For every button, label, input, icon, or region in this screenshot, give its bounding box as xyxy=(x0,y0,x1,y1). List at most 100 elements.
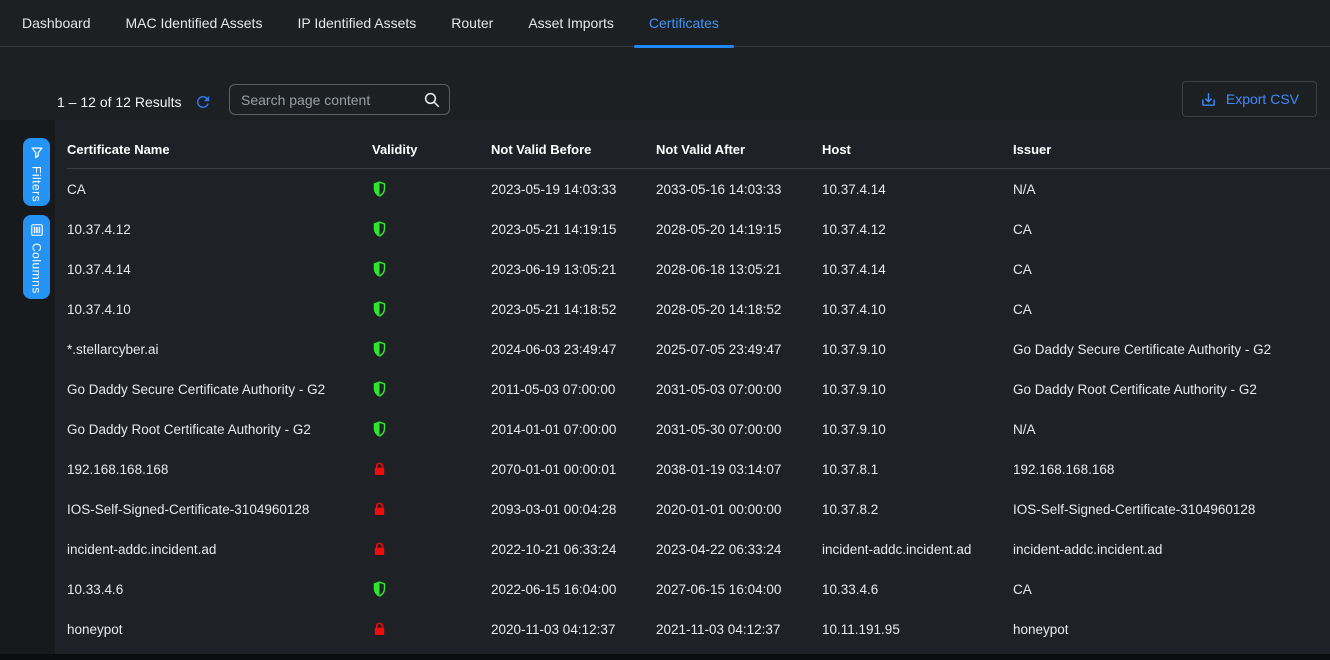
shield-check-icon xyxy=(372,580,387,598)
validity-cell xyxy=(372,420,491,438)
col-header-not-valid-after[interactable]: Not Valid After xyxy=(656,142,822,157)
col-header-not-valid-before[interactable]: Not Valid Before xyxy=(491,142,656,157)
tab-asset-imports[interactable]: Asset Imports xyxy=(513,0,629,47)
certificate-name-cell: honeypot xyxy=(67,622,372,637)
col-header-validity[interactable]: Validity xyxy=(372,142,491,157)
not-valid-before-cell: 2011-05-03 07:00:00 xyxy=(491,382,656,397)
not-valid-after-cell: 2028-05-20 14:18:52 xyxy=(656,302,822,317)
certificate-name-cell: 10.37.4.10 xyxy=(67,302,372,317)
not-valid-before-cell: 2093-03-01 00:04:28 xyxy=(491,502,656,517)
table-row[interactable]: 10.37.4.14 2023-06-19 13:05:21 2028-06-1… xyxy=(67,249,1330,289)
table-row[interactable]: IOS-Self-Signed-Certificate-3104960128 2… xyxy=(67,489,1330,529)
not-valid-before-cell: 2023-05-19 14:03:33 xyxy=(491,182,656,197)
table-row[interactable]: *.stellarcyber.ai 2024-06-03 23:49:47 20… xyxy=(67,329,1330,369)
host-cell: 10.37.9.10 xyxy=(822,382,1013,397)
refresh-icon[interactable] xyxy=(194,93,212,111)
issuer-cell: 192.168.168.168 xyxy=(1013,462,1330,477)
host-cell: 10.37.4.12 xyxy=(822,222,1013,237)
table-row[interactable]: incident-addc.incident.ad 2022-10-21 06:… xyxy=(67,529,1330,569)
certificate-name-cell: *.stellarcyber.ai xyxy=(67,342,372,357)
host-cell: 10.37.9.10 xyxy=(822,342,1013,357)
table-row[interactable]: 10.37.4.12 2023-05-21 14:19:15 2028-05-2… xyxy=(67,209,1330,249)
filters-button-label: Filters xyxy=(30,166,44,202)
not-valid-after-cell: 2027-06-15 16:04:00 xyxy=(656,582,822,597)
columns-grid-icon xyxy=(30,223,44,237)
shield-check-icon xyxy=(372,420,387,438)
certificate-name-cell: 10.33.4.6 xyxy=(67,582,372,597)
host-cell: 10.11.191.95 xyxy=(822,622,1013,637)
export-csv-button[interactable]: Export CSV xyxy=(1182,81,1317,117)
col-header-host[interactable]: Host xyxy=(822,142,1013,157)
table-row[interactable]: Go Daddy Root Certificate Authority - G2… xyxy=(67,409,1330,449)
issuer-cell: N/A xyxy=(1013,422,1330,437)
col-header-issuer[interactable]: Issuer xyxy=(1013,142,1330,157)
issuer-cell: CA xyxy=(1013,222,1330,237)
host-cell: 10.37.4.10 xyxy=(822,302,1013,317)
shield-check-icon xyxy=(372,380,387,398)
tab-ip-identified-assets[interactable]: IP Identified Assets xyxy=(282,0,431,47)
certificate-name-cell: IOS-Self-Signed-Certificate-3104960128 xyxy=(67,502,372,517)
not-valid-before-cell: 2070-01-01 00:00:01 xyxy=(491,462,656,477)
search-input[interactable] xyxy=(230,85,449,114)
issuer-cell: CA xyxy=(1013,262,1330,277)
tab-mac-identified-assets[interactable]: MAC Identified Assets xyxy=(111,0,278,47)
certificate-name-cell: 10.37.4.14 xyxy=(67,262,372,277)
issuer-cell: CA xyxy=(1013,302,1330,317)
certificate-name-cell: 192.168.168.168 xyxy=(67,462,372,477)
not-valid-after-cell: 2023-04-22 06:33:24 xyxy=(656,542,822,557)
lock-icon xyxy=(372,460,387,478)
certificate-name-cell: Go Daddy Secure Certificate Authority - … xyxy=(67,382,372,397)
download-icon xyxy=(1200,91,1217,108)
certificate-name-cell: 10.37.4.12 xyxy=(67,222,372,237)
shield-check-icon xyxy=(372,180,387,198)
not-valid-after-cell: 2028-05-20 14:19:15 xyxy=(656,222,822,237)
not-valid-before-cell: 2022-10-21 06:33:24 xyxy=(491,542,656,557)
not-valid-before-cell: 2022-06-15 16:04:00 xyxy=(491,582,656,597)
validity-cell xyxy=(372,500,491,518)
not-valid-after-cell: 2020-01-01 00:00:00 xyxy=(656,502,822,517)
not-valid-after-cell: 2038-01-19 03:14:07 xyxy=(656,462,822,477)
not-valid-before-cell: 2024-06-03 23:49:47 xyxy=(491,342,656,357)
tab-router[interactable]: Router xyxy=(436,0,508,47)
host-cell: incident-addc.incident.ad xyxy=(822,542,1013,557)
validity-cell xyxy=(372,580,491,598)
table-row[interactable]: CA 2023-05-19 14:03:33 2033-05-16 14:03:… xyxy=(67,169,1330,209)
shield-check-icon xyxy=(372,260,387,278)
host-cell: 10.37.8.2 xyxy=(822,502,1013,517)
shield-check-icon xyxy=(372,300,387,318)
table-row[interactable]: Go Daddy Secure Certificate Authority - … xyxy=(67,369,1330,409)
certificate-name-cell: Go Daddy Root Certificate Authority - G2 xyxy=(67,422,372,437)
tab-certificates[interactable]: Certificates xyxy=(634,0,734,47)
not-valid-after-cell: 2028-06-18 13:05:21 xyxy=(656,262,822,277)
not-valid-before-cell: 2014-01-01 07:00:00 xyxy=(491,422,656,437)
not-valid-before-cell: 2023-05-21 14:18:52 xyxy=(491,302,656,317)
lock-icon xyxy=(372,620,387,638)
validity-cell xyxy=(372,380,491,398)
certificate-name-cell: incident-addc.incident.ad xyxy=(67,542,372,557)
tab-dashboard[interactable]: Dashboard xyxy=(7,0,106,47)
validity-cell xyxy=(372,460,491,478)
not-valid-after-cell: 2033-05-16 14:03:33 xyxy=(656,182,822,197)
table-row[interactable]: 10.37.4.10 2023-05-21 14:18:52 2028-05-2… xyxy=(67,289,1330,329)
not-valid-after-cell: 2025-07-05 23:49:47 xyxy=(656,342,822,357)
table-row[interactable]: honeypot 2020-11-03 04:12:37 2021-11-03 … xyxy=(67,609,1330,649)
not-valid-before-cell: 2023-06-19 13:05:21 xyxy=(491,262,656,277)
host-cell: 10.37.8.1 xyxy=(822,462,1013,477)
not-valid-before-cell: 2023-05-21 14:19:15 xyxy=(491,222,656,237)
certificates-table: Certificate Name Validity Not Valid Befo… xyxy=(67,131,1330,649)
search-icon[interactable] xyxy=(423,91,441,109)
not-valid-before-cell: 2020-11-03 04:12:37 xyxy=(491,622,656,637)
issuer-cell: Go Daddy Root Certificate Authority - G2 xyxy=(1013,382,1330,397)
shield-check-icon xyxy=(372,340,387,358)
table-row[interactable]: 10.33.4.6 2022-06-15 16:04:00 2027-06-15… xyxy=(67,569,1330,609)
validity-cell xyxy=(372,620,491,638)
issuer-cell: honeypot xyxy=(1013,622,1330,637)
not-valid-after-cell: 2031-05-03 07:00:00 xyxy=(656,382,822,397)
export-csv-label: Export CSV xyxy=(1226,91,1299,107)
columns-button[interactable]: Columns xyxy=(23,215,50,299)
table-row[interactable]: 192.168.168.168 2070-01-01 00:00:01 2038… xyxy=(67,449,1330,489)
filters-button[interactable]: Filters xyxy=(23,138,50,206)
col-header-certificate-name[interactable]: Certificate Name xyxy=(67,142,372,157)
validity-cell xyxy=(372,220,491,238)
results-count-text: 1 – 12 of 12 Results xyxy=(57,94,182,110)
